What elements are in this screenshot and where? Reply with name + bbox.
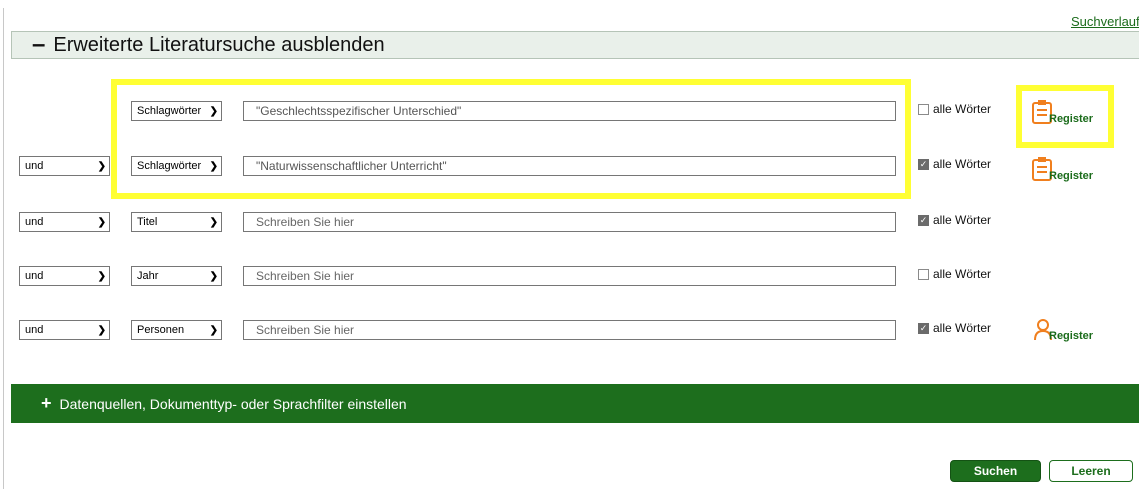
- register-label: Register: [1049, 113, 1094, 125]
- highlight-frame-keywords: [111, 79, 911, 199]
- checkbox-checked-icon: ✓: [918, 322, 929, 334]
- operator-select-2[interactable]: und ❯: [19, 156, 110, 176]
- chevron-down-icon: ❯: [97, 324, 106, 336]
- operator-select-3[interactable]: und ❯: [19, 212, 110, 232]
- chevron-down-icon: ❯: [209, 160, 218, 172]
- field-select-value: Personen: [137, 324, 185, 336]
- all-words-label: alle Wörter: [933, 102, 992, 116]
- checkbox-icon: [918, 268, 929, 280]
- register-button-5[interactable]: Register: [1033, 318, 1093, 342]
- advanced-search-header[interactable]: – Erweiterte Literatursuche ausblenden: [11, 31, 1139, 59]
- all-words-label: alle Wörter: [933, 157, 992, 171]
- search-input-2[interactable]: "Naturwissenschaftlicher Unterricht": [243, 156, 896, 176]
- all-words-label: alle Wörter: [933, 267, 992, 281]
- all-words-checkbox-2[interactable]: ✓ alle Wörter: [918, 157, 991, 171]
- chevron-down-icon: ❯: [97, 216, 106, 228]
- search-input-1[interactable]: "Geschlechtsspezifischer Unterschied": [243, 101, 896, 121]
- operator-select-value: und: [25, 216, 44, 228]
- operator-select-5[interactable]: und ❯: [19, 320, 110, 340]
- register-label: Register: [1049, 330, 1094, 342]
- operator-select-value: und: [25, 270, 44, 282]
- register-label: Register: [1049, 170, 1094, 182]
- all-words-checkbox-3[interactable]: ✓ alle Wörter: [918, 213, 991, 227]
- field-select-value: Jahr: [137, 270, 159, 282]
- chevron-down-icon: ❯: [209, 324, 218, 336]
- all-words-checkbox-4[interactable]: alle Wörter: [918, 267, 991, 281]
- checkbox-checked-icon: ✓: [918, 214, 929, 226]
- search-input-3[interactable]: Schreiben Sie hier: [243, 212, 896, 232]
- search-history-link[interactable]: Suchverlauf: [1071, 14, 1139, 29]
- chevron-down-icon: ❯: [97, 160, 106, 172]
- filter-settings-bar[interactable]: + Datenquellen, Dokumenttyp- oder Sprach…: [11, 384, 1139, 423]
- field-select-1[interactable]: Schlagwörter ❯: [131, 101, 222, 121]
- search-button[interactable]: Suchen: [950, 460, 1041, 482]
- operator-select-4[interactable]: und ❯: [19, 266, 110, 286]
- all-words-checkbox-1[interactable]: alle Wörter: [918, 102, 991, 116]
- clear-button[interactable]: Leeren: [1049, 460, 1133, 482]
- checkbox-checked-icon: ✓: [918, 158, 929, 170]
- field-select-2[interactable]: Schlagwörter ❯: [131, 156, 222, 176]
- register-button-2[interactable]: Register: [1031, 156, 1093, 182]
- field-select-3[interactable]: Titel ❯: [131, 212, 222, 232]
- search-input-5[interactable]: Schreiben Sie hier: [243, 320, 896, 340]
- chevron-down-icon: ❯: [209, 105, 218, 117]
- left-border: [3, 8, 4, 489]
- collapse-icon: –: [32, 31, 46, 58]
- expand-icon: +: [41, 393, 52, 413]
- chevron-down-icon: ❯: [209, 270, 218, 282]
- filter-settings-label: Datenquellen, Dokumenttyp- oder Sprachfi…: [59, 395, 407, 412]
- register-button-1[interactable]: Register: [1031, 99, 1093, 125]
- field-select-value: Schlagwörter: [137, 160, 202, 172]
- all-words-checkbox-5[interactable]: ✓ alle Wörter: [918, 321, 991, 335]
- field-select-value: Titel: [137, 216, 158, 228]
- operator-select-value: und: [25, 324, 44, 336]
- operator-select-value: und: [25, 160, 44, 172]
- advanced-search-title: Erweiterte Literatursuche ausblenden: [53, 33, 385, 56]
- chevron-down-icon: ❯: [97, 270, 106, 282]
- all-words-label: alle Wörter: [933, 321, 992, 335]
- chevron-down-icon: ❯: [209, 216, 218, 228]
- checkbox-icon: [918, 103, 929, 115]
- field-select-value: Schlagwörter: [137, 105, 202, 117]
- field-select-4[interactable]: Jahr ❯: [131, 266, 222, 286]
- search-input-4[interactable]: Schreiben Sie hier: [243, 266, 896, 286]
- all-words-label: alle Wörter: [933, 213, 992, 227]
- field-select-5[interactable]: Personen ❯: [131, 320, 222, 340]
